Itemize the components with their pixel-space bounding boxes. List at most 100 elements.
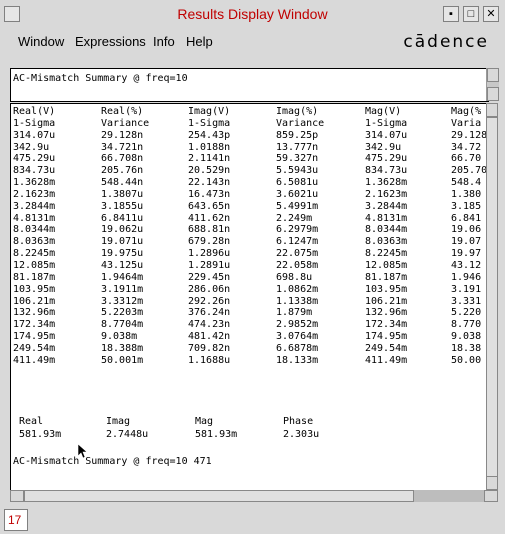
scroll-up-icon[interactable] [487,68,499,82]
total-mag: Mag 581.93m [195,415,237,441]
table-cell: 411.49m [13,354,56,366]
table-cell: 3.2844m [365,200,408,212]
table-cell: 16.473n [188,188,231,200]
table-cell: 66.70 [451,153,482,165]
footer-summary-line: AC-Mismatch Summary @ freq=10 471 [13,456,212,467]
table-cell: 50.00 [451,354,482,366]
column-mag-v: Mag(V) 1-Sigma 314.07u 342.9u 475.29u 834.7… [365,106,407,367]
column-subheader: Variance [276,117,325,129]
scroll-thumb[interactable] [24,490,414,502]
table-cell: 5.220 [451,307,482,319]
table-cell: 22.143n [188,177,231,189]
column-subheader: Variance [101,117,150,129]
total-label: Real [19,416,44,427]
total-value: 581.93m [195,429,238,440]
table-cell: 205.76n [101,165,144,177]
table-cell: 132.96m [365,307,408,319]
table-cell: 4.8131m [13,212,56,224]
total-phase: Phase 2.303u [283,415,319,441]
table-cell: 3.2844m [13,200,56,212]
table-cell: 20.529n [188,165,231,177]
title-bar: Results Display Window ▪ □ ✕ [0,0,505,29]
table-cell: 8.770 [451,319,482,331]
table-cell: 475.29u [365,153,408,165]
results-vertical-scrollbar[interactable] [486,103,498,490]
table-cell: 12.085m [13,259,56,271]
column-subheader: Varia [451,117,482,129]
scroll-thumb[interactable] [486,117,498,477]
menu-help[interactable]: Help [186,34,213,49]
table-cell: 8.7704m [101,319,144,331]
table-cell: 9.038m [101,331,138,343]
table-cell: 66.708n [101,153,144,165]
table-cell: 3.0764m [276,331,319,343]
table-cell: 834.73u [365,165,408,177]
table-cell: 13.777n [276,141,319,153]
table-cell: 688.81n [188,224,231,236]
menu-expressions[interactable]: Expressions [75,34,146,49]
cadence-logo: cādence [403,32,489,52]
table-cell: 1.380 [451,188,482,200]
table-cell: 2.1623m [365,188,408,200]
table-cell: 698.8u [276,271,313,283]
column-real-v: Real(V) 1-Sigma 314.07u 342.9u 475.29u 834.… [13,106,55,367]
table-cell: 103.95m [365,283,408,295]
table-cell: 103.95m [13,283,56,295]
table-cell: 5.4991m [276,200,319,212]
table-cell: 2.1623m [13,188,56,200]
column-imag-v: Imag(V) 1-Sigma 254.43p 1.0188n 2.1141n 20.… [188,106,230,367]
results-horizontal-scrollbar[interactable] [10,490,498,502]
table-cell: 1.2891u [188,259,231,271]
table-cell: 859.25p [276,129,319,141]
minimize-icon[interactable]: ▪ [443,6,459,22]
table-cell: 1.1688u [188,354,231,366]
table-cell: 5.5943u [276,165,319,177]
maximize-icon[interactable]: □ [463,6,479,22]
column-mag-pct: Mag(% Varia 29.128 34.72 66.70 205.70 548.4 1… [451,106,487,367]
menu-info[interactable]: Info [153,34,175,49]
mouse-pointer-icon [78,444,88,458]
table-cell: 314.07u [365,129,408,141]
status-box: 17 [4,509,28,531]
table-cell: 376.24n [188,307,231,319]
scroll-down-icon[interactable] [486,476,498,490]
column-imag-pct: Imag(%) Variance 859.25p 13.777n 59.327n 5.… [276,106,324,367]
scroll-down-icon[interactable] [487,87,499,101]
table-cell: 643.65n [188,200,231,212]
total-real: Real 581.93m [19,415,61,441]
table-cell: 254.43p [188,129,231,141]
scroll-up-icon[interactable] [486,103,498,117]
table-cell: 81.187m [365,271,408,283]
column-header: Imag(%) [276,106,319,117]
table-cell: 19.071u [101,236,144,248]
total-value: 2.7448u [106,429,149,440]
results-text-area: Real(V) 1-Sigma 314.07u 342.9u 475.29u 834.… [10,103,488,492]
table-cell: 474.23n [188,319,231,331]
table-cell: 3.331 [451,295,482,307]
summary-panel-scrollbar[interactable] [486,68,499,101]
table-cell: 174.95m [365,331,408,343]
total-value: 2.303u [283,429,320,440]
table-cell: 411.49m [365,354,408,366]
table-cell: 18.133m [276,354,319,366]
table-cell: 481.42n [188,331,231,343]
table-cell: 1.1338m [276,295,319,307]
table-cell: 132.96m [13,307,56,319]
table-cell: 292.26n [188,295,231,307]
table-cell: 9.038 [451,331,482,343]
scroll-right-icon[interactable] [484,490,498,502]
scroll-left-icon[interactable] [10,490,24,502]
table-cell: 1.946 [451,271,482,283]
close-icon[interactable]: ✕ [483,6,499,22]
table-cell: 2.1141n [188,153,231,165]
menu-window[interactable]: Window [18,34,64,49]
table-cell: 411.62n [188,212,231,224]
table-cell: 1.3628m [13,177,56,189]
table-cell: 19.97 [451,248,482,260]
table-cell: 548.44n [101,177,144,189]
table-cell: 106.21m [13,295,56,307]
summary-header-text: AC-Mismatch Summary @ freq=10 [13,73,188,84]
table-cell: 6.1247m [276,236,319,248]
table-cell: 1.2896u [188,248,231,260]
table-cell: 43.12 [451,259,482,271]
